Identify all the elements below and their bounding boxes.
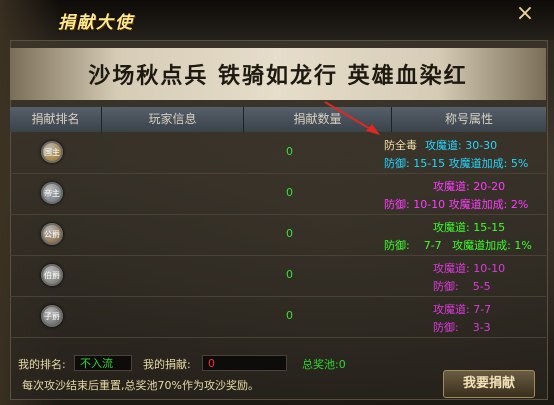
attr-text: 攻魔道: 30-30	[425, 139, 498, 152]
rank-badge-icon: 伯爵	[41, 264, 63, 286]
table-row: 国主 0 防全毒 攻魔道: 30-30 防御: 15-15 攻魔道加成: 5%	[10, 133, 546, 174]
table-row: 帝主 0 攻魔道: 20-20 防御: 10-10 攻魔道加成: 2%	[10, 174, 546, 215]
attr-text: 防御: 15-15 攻魔道加成: 5%	[384, 157, 529, 170]
my-donation-label: 我的捐献:	[143, 358, 191, 371]
my-rank-value: 不入流	[74, 355, 132, 371]
attr-text: 防御: 3-3	[433, 321, 491, 334]
title-attr-line2: 防御: 3-3	[433, 319, 491, 335]
header-rank: 捐献排名	[10, 107, 102, 132]
header-player: 玩家信息	[102, 107, 244, 132]
my-rank-label: 我的排名:	[18, 358, 66, 371]
donation-count: 0	[286, 145, 293, 158]
title-attr-line1: 攻魔道: 7-7	[433, 301, 491, 317]
reset-note: 每次攻沙结束后重置,总奖池70%作为攻沙奖励。	[22, 379, 259, 392]
title-attr-line2: 防御: 15-15 攻魔道加成: 5%	[384, 155, 528, 171]
attr-text: 防御: 5-5	[433, 280, 491, 293]
title-attr-line1: 攻魔道: 20-20	[433, 178, 505, 194]
donation-count: 0	[286, 309, 293, 322]
title-attr-line2: 防御: 7-7 攻魔道加成: 1%	[384, 237, 532, 253]
window-title: 捐献大使	[58, 13, 134, 33]
my-donation-input[interactable]: 0	[202, 355, 287, 371]
donation-count: 0	[286, 268, 293, 281]
rank-badge-icon: 公爵	[41, 223, 63, 245]
attr-text: 攻魔道: 7-7	[433, 303, 492, 316]
title-attr-line2: 防御: 10-10 攻魔道加成: 2%	[384, 196, 528, 212]
rank-badge-icon: 国主	[41, 141, 63, 163]
prize-pool: 总奖池:0	[302, 358, 346, 371]
attr-text: 防御: 10-10 攻魔道加成: 2%	[384, 198, 529, 211]
donate-button[interactable]: 我要捐献	[443, 370, 535, 398]
donation-window: 捐献大使 × 沙场秋点兵 铁骑如龙行 英雄血染红 捐献排名 玩家信息 捐献数量 …	[0, 0, 554, 405]
title-attr-line1: 攻魔道: 10-10	[433, 260, 505, 276]
table-row: 子爵 0 攻魔道: 7-7 防御: 3-3	[10, 297, 546, 338]
title-attr-line1: 防全毒 攻魔道: 30-30	[384, 137, 497, 153]
attr-text: 攻魔道: 20-20	[433, 180, 506, 193]
attr-text: 防御: 7-7 攻魔道加成: 1%	[384, 239, 532, 252]
close-icon[interactable]: ×	[510, 2, 540, 26]
table-header: 捐献排名 玩家信息 捐献数量 称号属性	[10, 107, 546, 132]
rank-badge-icon: 帝主	[41, 182, 63, 204]
attr-text: 攻魔道: 15-15	[433, 221, 506, 234]
rank-badge-icon: 子爵	[41, 305, 63, 327]
attr-text: 防全毒	[384, 139, 417, 152]
donation-count: 0	[286, 227, 293, 240]
table-row: 伯爵 0 攻魔道: 10-10 防御: 5-5	[10, 256, 546, 297]
title-attr-line1: 攻魔道: 15-15	[433, 219, 505, 235]
table-row: 公爵 0 攻魔道: 15-15 防御: 7-7 攻魔道加成: 1%	[10, 215, 546, 256]
donation-count: 0	[286, 186, 293, 199]
banner-slogan: 沙场秋点兵 铁骑如龙行 英雄血染红	[10, 48, 546, 100]
header-amount: 捐献数量	[244, 107, 392, 132]
attr-text: 攻魔道: 10-10	[433, 262, 506, 275]
title-attr-line2: 防御: 5-5	[433, 278, 491, 294]
header-title-attr: 称号属性	[392, 107, 546, 132]
